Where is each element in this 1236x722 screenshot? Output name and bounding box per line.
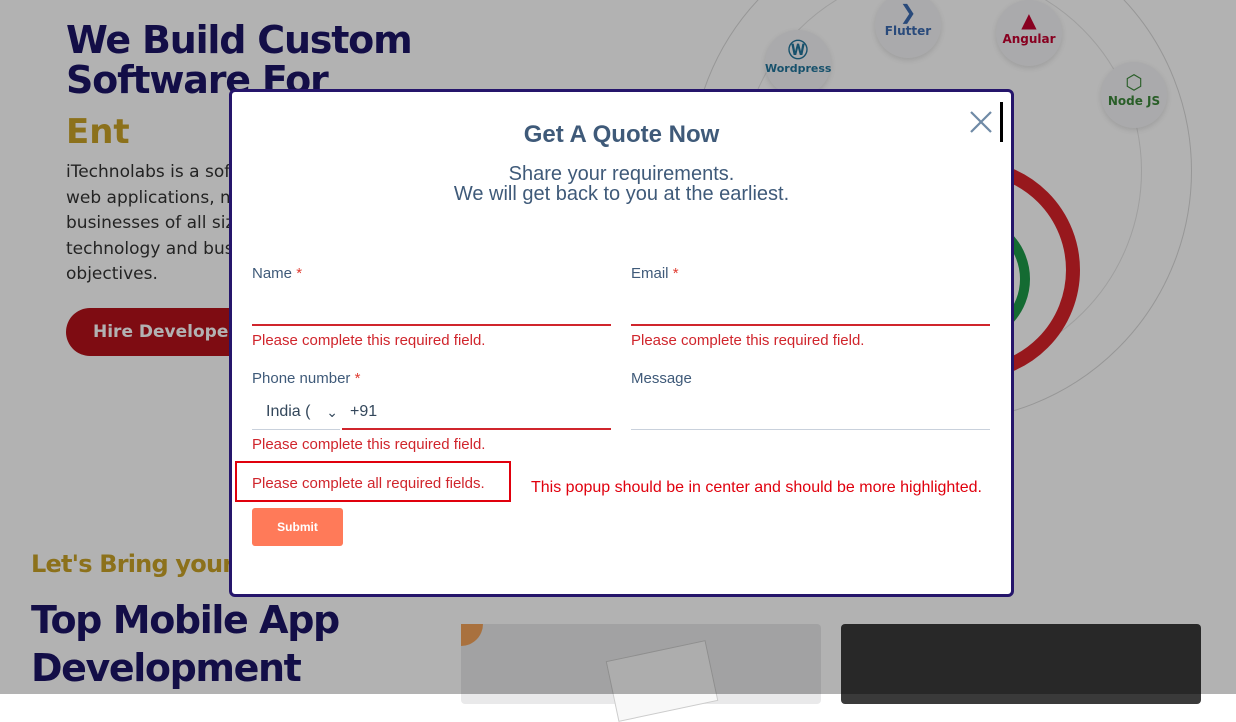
form-summary-error: Please complete all required fields. bbox=[252, 475, 485, 492]
email-input[interactable] bbox=[631, 292, 990, 326]
required-asterisk: * bbox=[296, 265, 303, 282]
required-asterisk: * bbox=[354, 370, 361, 387]
country-select[interactable]: India ( ⌄ bbox=[252, 396, 340, 430]
email-label: Email * bbox=[631, 265, 679, 282]
review-annotation: This popup should be in center and shoul… bbox=[531, 479, 982, 496]
required-asterisk: * bbox=[672, 265, 679, 282]
message-label-text: Message bbox=[631, 370, 692, 387]
email-error: Please complete this required field. bbox=[631, 332, 865, 349]
country-select-value: India ( bbox=[266, 403, 311, 420]
message-input[interactable] bbox=[631, 396, 990, 430]
email-label-text: Email bbox=[631, 265, 669, 282]
name-label: Name * bbox=[252, 265, 302, 282]
name-error: Please complete this required field. bbox=[252, 332, 486, 349]
submit-button[interactable]: Submit bbox=[252, 508, 343, 546]
modal-subtitle-line: Share your requirements. bbox=[508, 163, 735, 185]
phone-label-text: Phone number bbox=[252, 370, 351, 387]
phone-label: Phone number * bbox=[252, 370, 360, 387]
chevron-down-icon: ⌄ bbox=[326, 404, 338, 420]
modal-subtitle-line: We will get back to you at the earliest. bbox=[453, 183, 790, 205]
name-input[interactable] bbox=[252, 292, 611, 326]
phone-input[interactable] bbox=[342, 396, 611, 430]
quote-modal: Get A Quote Now Share your requirements.… bbox=[229, 89, 1014, 597]
modal-title: Get A Quote Now bbox=[523, 121, 720, 148]
modal-subtitle: Share your requirements. We will get bac… bbox=[232, 164, 1011, 204]
message-label: Message bbox=[631, 370, 692, 387]
phone-error: Please complete this required field. bbox=[252, 436, 486, 453]
name-label-text: Name bbox=[252, 265, 293, 282]
